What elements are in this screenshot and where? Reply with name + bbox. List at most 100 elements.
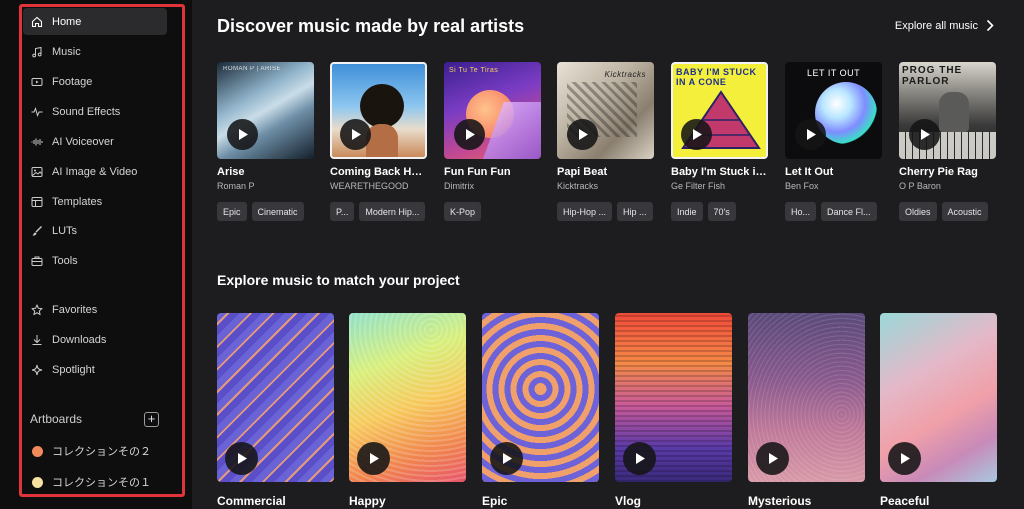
play-button[interactable] xyxy=(623,442,656,475)
sidebar-item-label: Favorites xyxy=(52,303,98,316)
play-button[interactable] xyxy=(454,119,485,150)
artboard-item[interactable]: コレクションその２ xyxy=(32,442,151,460)
mood-card-mysterious[interactable]: Mysterious xyxy=(748,313,865,508)
mood-cover xyxy=(217,313,334,482)
sidebar-item-favorites[interactable]: Favorites xyxy=(23,296,167,323)
track-title[interactable]: Cherry Pie Rag xyxy=(899,166,996,178)
artist-name[interactable]: O P Baron xyxy=(899,181,996,191)
play-icon xyxy=(920,129,930,140)
artist-name[interactable]: WEARETHEGOOD xyxy=(330,181,427,191)
genre-tag[interactable]: Dance Fl... xyxy=(821,202,877,221)
play-icon xyxy=(465,129,475,140)
artist-name[interactable]: Ge Filter Fish xyxy=(671,181,768,191)
sidebar-item-home[interactable]: Home xyxy=(23,8,167,35)
music-card[interactable]: PROG THE PARLOR Cherry Pie Rag O P Baron… xyxy=(899,62,996,221)
genre-tag[interactable]: Cinematic xyxy=(251,202,304,221)
genre-tag[interactable]: Acoustic xyxy=(941,202,988,221)
color-dot-icon xyxy=(32,476,43,488)
genre-tag[interactable]: Hip-Hop ... xyxy=(557,202,613,221)
play-button[interactable] xyxy=(340,119,371,150)
sidebar-item-templates[interactable]: Templates xyxy=(23,188,167,215)
play-button[interactable] xyxy=(681,119,712,150)
star-icon xyxy=(31,304,43,316)
track-title[interactable]: Papi Beat xyxy=(557,166,654,178)
artist-name[interactable]: Ben Fox xyxy=(785,181,882,191)
mood-cover xyxy=(615,313,732,482)
play-button[interactable] xyxy=(490,442,523,475)
artist-name[interactable]: Roman P xyxy=(217,181,314,191)
cover-text: Si Tu Te Tiras xyxy=(449,67,499,74)
mood-card-peaceful[interactable]: Peaceful xyxy=(880,313,997,508)
sidebar-item-luts[interactable]: LUTs xyxy=(23,217,167,244)
genre-tag[interactable]: Oldies xyxy=(899,202,937,221)
genre-tag[interactable]: K-Pop xyxy=(444,202,482,221)
genre-tag[interactable]: Hip ... xyxy=(617,202,653,221)
sidebar-item-footage[interactable]: Footage xyxy=(23,68,167,95)
cover-text: PROG THE PARLOR xyxy=(902,65,963,87)
album-cover: BABY I'M STUCK IN A CONE xyxy=(671,62,768,159)
genre-tag[interactable]: 70's xyxy=(707,202,736,221)
sidebar: Home Music Footage Sound Effects AI Voic… xyxy=(0,0,192,509)
track-title[interactable]: Baby I'm Stuck in ... xyxy=(671,166,768,178)
play-button[interactable] xyxy=(756,442,789,475)
genre-tag[interactable]: Ho... xyxy=(785,202,817,221)
mood-card-epic[interactable]: Epic xyxy=(482,313,599,508)
play-icon xyxy=(900,453,910,464)
mood-card-commercial[interactable]: Commercial xyxy=(217,313,334,508)
artist-name[interactable]: Dimitrix xyxy=(444,181,541,191)
cover-text: LET IT OUT xyxy=(807,68,861,78)
artboard-label: コレクションその２ xyxy=(52,446,151,458)
mood-label: Epic xyxy=(482,494,508,508)
genre-tag[interactable]: P... xyxy=(330,202,355,221)
sidebar-item-spotlight[interactable]: Spotlight xyxy=(23,356,167,383)
sidebar-item-label: Downloads xyxy=(52,333,107,346)
spotlight-icon xyxy=(31,364,43,376)
music-card[interactable]: LET IT OUT Let It Out Ben Fox Ho... Danc… xyxy=(785,62,882,221)
play-button[interactable] xyxy=(357,442,390,475)
music-card[interactable]: Coming Back Ho... WEARETHEGOOD P... Mode… xyxy=(330,62,427,221)
album-cover: ROMAN P | ARISE xyxy=(217,62,314,159)
artboard-item[interactable]: コレクションその１ xyxy=(32,473,151,491)
home-icon xyxy=(31,16,43,28)
music-card[interactable]: Kicktracks Papi Beat Kicktracks Hip-Hop … xyxy=(557,62,654,221)
voice-wave-icon xyxy=(31,136,43,148)
mood-cover xyxy=(748,313,865,482)
sidebar-item-tools[interactable]: Tools xyxy=(23,247,167,274)
sidebar-item-label: AI Image & Video xyxy=(52,165,138,178)
sidebar-item-sound-effects[interactable]: Sound Effects xyxy=(23,98,167,125)
music-card[interactable]: BABY I'M STUCK IN A CONE Baby I'm Stuck … xyxy=(671,62,768,221)
explore-all-music-link[interactable]: Explore all music xyxy=(895,19,994,32)
add-artboard-button[interactable]: + xyxy=(144,412,159,427)
mood-card-vlog[interactable]: Vlog xyxy=(615,313,732,508)
cover-text: ROMAN P | ARISE xyxy=(223,66,281,72)
sidebar-item-ai-voiceover[interactable]: AI Voiceover xyxy=(23,128,167,155)
sidebar-item-downloads[interactable]: Downloads xyxy=(23,326,167,353)
play-button[interactable] xyxy=(909,119,940,150)
sidebar-item-music[interactable]: Music xyxy=(23,38,167,65)
play-icon xyxy=(806,129,816,140)
genre-tag[interactable]: Indie xyxy=(671,202,703,221)
track-title[interactable]: Let It Out xyxy=(785,166,882,178)
track-title[interactable]: Arise xyxy=(217,166,314,178)
discover-heading: Discover music made by real artists xyxy=(217,16,525,36)
play-button[interactable] xyxy=(567,119,598,150)
play-button[interactable] xyxy=(888,442,921,475)
music-card[interactable]: Si Tu Te Tiras Fun Fun Fun Dimitrix K-Po… xyxy=(444,62,541,221)
track-title[interactable]: Coming Back Ho... xyxy=(330,166,427,178)
track-title[interactable]: Fun Fun Fun xyxy=(444,166,541,178)
play-button[interactable] xyxy=(227,119,258,150)
genre-tag[interactable]: Epic xyxy=(217,202,247,221)
play-icon xyxy=(237,453,247,464)
play-button[interactable] xyxy=(225,442,258,475)
album-cover xyxy=(330,62,427,159)
artist-name[interactable]: Kicktracks xyxy=(557,181,654,191)
genre-tag[interactable]: Modern Hip... xyxy=(359,202,426,221)
play-button[interactable] xyxy=(795,119,826,150)
album-cover: PROG THE PARLOR xyxy=(899,62,996,159)
music-card[interactable]: ROMAN P | ARISE Arise Roman P Epic Cinem… xyxy=(217,62,314,221)
sidebar-item-ai-image-video[interactable]: AI Image & Video xyxy=(23,158,167,185)
mood-card-happy[interactable]: Happy xyxy=(349,313,466,508)
image-icon xyxy=(31,166,43,178)
play-icon xyxy=(238,129,248,140)
brush-icon xyxy=(31,225,43,237)
